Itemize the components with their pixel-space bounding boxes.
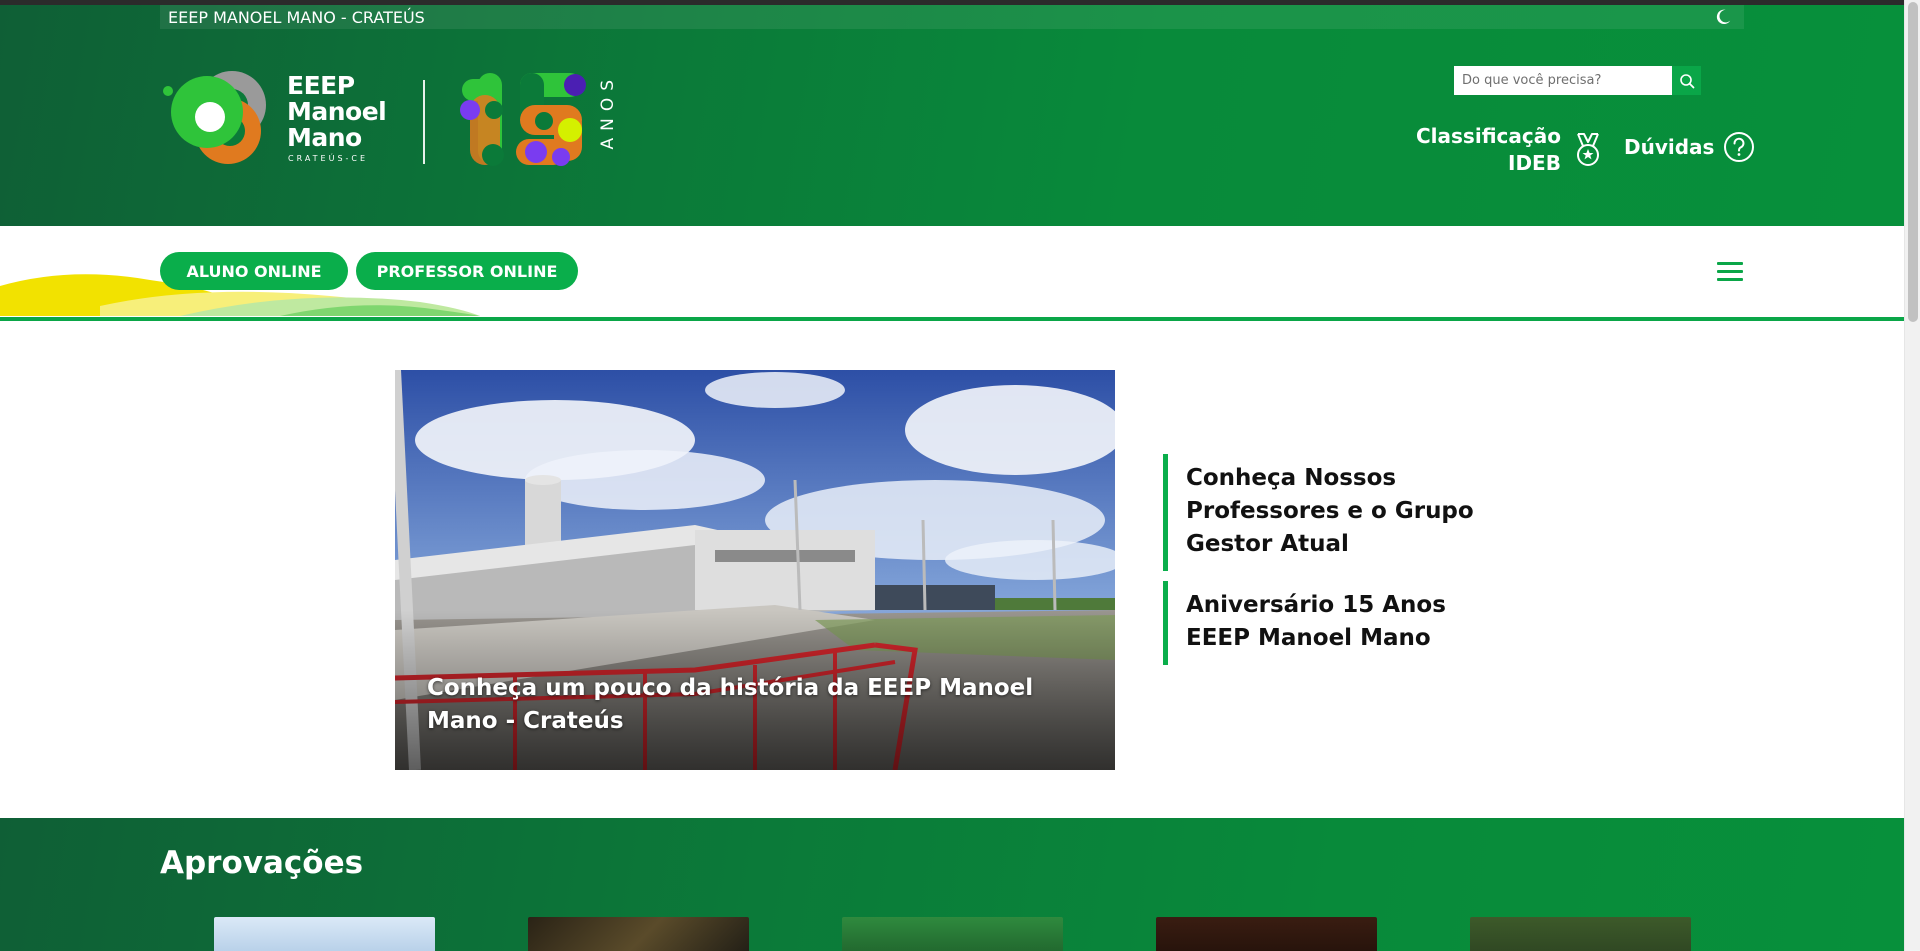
approval-photo[interactable]	[528, 917, 749, 951]
featured-news-card[interactable]: Conheça um pouco da história da EEEP Man…	[395, 370, 1115, 770]
medal-icon	[1576, 133, 1599, 166]
news-item: Conheça Nossos Professores e o Grupo Ges…	[1163, 454, 1503, 571]
menu-bar	[1717, 270, 1743, 273]
help-circle-icon	[1724, 132, 1755, 162]
professor-online-button[interactable]: PROFESSOR ONLINE	[356, 252, 578, 290]
logo-subtitle: CRATEÚS-CE	[288, 154, 369, 163]
featured-news-title: Conheça um pouco da história da EEEP Man…	[427, 675, 1034, 734]
news-list: Conheça Nossos Professores e o Grupo Ges…	[1163, 454, 1503, 675]
nav-divider	[0, 317, 1904, 321]
approvals-section: Aprovações	[0, 818, 1904, 951]
approval-photo[interactable]	[1156, 917, 1377, 951]
approval-photo[interactable]	[214, 917, 435, 951]
search-input[interactable]	[1454, 66, 1673, 95]
approval-photo[interactable]	[842, 917, 1063, 951]
search-button[interactable]	[1672, 66, 1701, 95]
news-link[interactable]: Aniversário 15 Anos EEEP Manoel Mano	[1186, 589, 1503, 655]
news-link[interactable]: Conheça Nossos Professores e o Grupo Ges…	[1186, 462, 1503, 561]
menu-bar	[1717, 278, 1743, 281]
school-logo[interactable]: EEEP Manoel Mano CRATEÚS-CE	[160, 61, 390, 171]
aluno-online-button[interactable]: ALUNO ONLINE	[160, 252, 348, 290]
anniversary-15-icon	[460, 73, 586, 166]
page: EEEP MANOEL MANO - CRATEÚS EEEP Manoel M…	[0, 0, 1904, 951]
search-form	[1454, 66, 1701, 95]
ideb-label-line-2: IDEB	[1508, 151, 1561, 175]
logo-line-1: EEEP	[287, 71, 355, 100]
approvals-title: Aprovações	[160, 845, 364, 881]
news-item: Aniversário 15 Anos EEEP Manoel Mano	[1163, 581, 1503, 665]
school-name: EEEP MANOEL MANO - CRATEÚS	[168, 7, 425, 27]
anniversary-word: ANOS	[598, 73, 618, 150]
top-bar: EEEP MANOEL MANO - CRATEÚS	[160, 5, 1744, 29]
logo-line-2: Manoel	[287, 97, 387, 126]
ideb-label: Classificação IDEB	[1416, 123, 1561, 177]
logo-wordmark: EEEP Manoel Mano	[287, 71, 387, 152]
logo-divider	[423, 80, 425, 164]
page-scrollbar[interactable]	[1904, 0, 1920, 951]
search-icon	[1679, 73, 1695, 88]
site-header: EEEP MANOEL MANO - CRATEÚS EEEP Manoel M…	[0, 5, 1904, 226]
main-nav: ALUNO ONLINE PROFESSOR ONLINE	[0, 226, 1904, 321]
hamburger-menu-icon[interactable]	[1717, 262, 1743, 282]
approval-photo[interactable]	[1470, 917, 1691, 951]
faq-label: Dúvidas	[1624, 134, 1715, 159]
scrollbar-thumb[interactable]	[1908, 2, 1918, 322]
faq-link[interactable]: Dúvidas	[1624, 131, 1755, 163]
ideb-ranking-link[interactable]: Classificação IDEB	[1416, 123, 1605, 177]
menu-bar	[1717, 262, 1743, 265]
moon-icon[interactable]	[1714, 8, 1732, 26]
logo-line-3: Mano	[287, 123, 362, 152]
ideb-label-line-1: Classificação	[1416, 124, 1561, 148]
logo-mark-icon	[163, 71, 266, 164]
